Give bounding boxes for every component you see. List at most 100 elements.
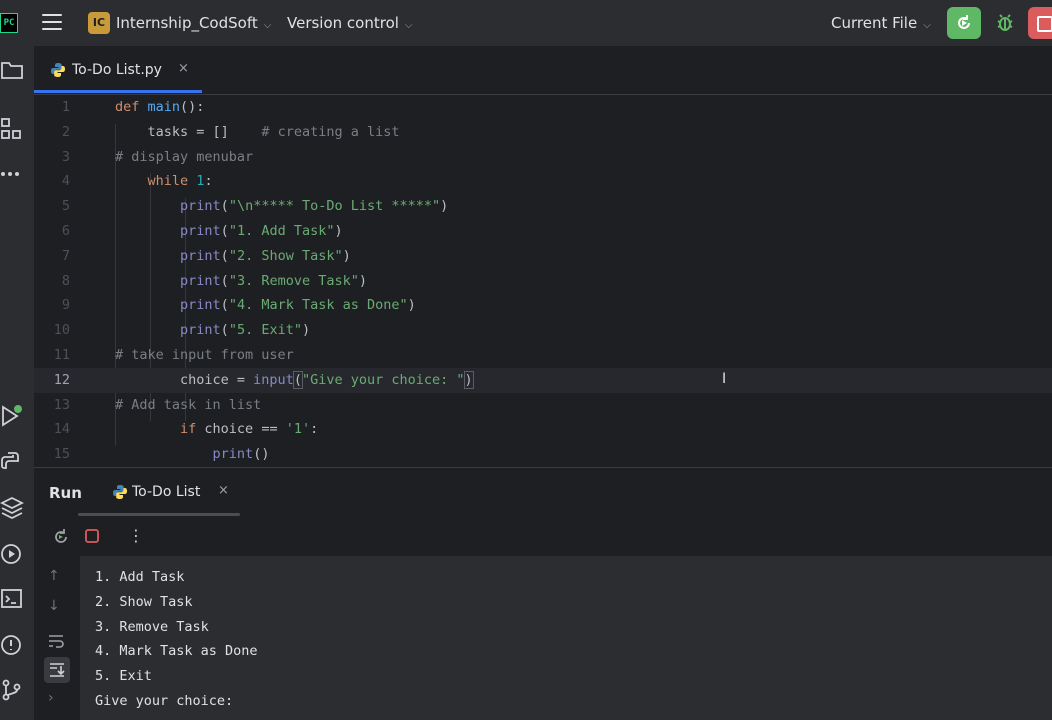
code-token: # display menubar <box>115 148 254 165</box>
code-text: if choice == '1': <box>115 417 318 442</box>
run-tab-indicator <box>78 513 240 516</box>
code-text: print("2. Show Task") <box>115 244 351 269</box>
run-config-selector[interactable]: Current File ⌵ <box>831 14 931 32</box>
project-name: Internship_CodSoft <box>116 14 258 32</box>
services-icon[interactable] <box>0 542 24 566</box>
code-token: # take input from user <box>115 347 294 363</box>
code-line[interactable]: 7 print("2. Show Task") <box>34 244 1052 269</box>
rerun-button[interactable] <box>947 7 981 39</box>
chevron-down-icon: ⌵ <box>404 20 413 31</box>
code-token: print <box>180 223 221 239</box>
project-badge[interactable]: IC <box>88 12 110 34</box>
chevron-right-icon[interactable]: › <box>48 690 54 706</box>
code-line[interactable]: 10 print("5. Exit") <box>34 318 1052 343</box>
console-toolbar: ⋮ <box>34 520 1052 556</box>
main-menu-hamburger-icon[interactable] <box>42 14 62 30</box>
code-line[interactable]: 9 print("4. Mark Task as Done") <box>34 293 1052 318</box>
folder-icon[interactable] <box>0 58 24 82</box>
code-editor[interactable]: 1 def main(): 2 tasks = [] # creating a li… <box>34 95 1052 467</box>
stop-button[interactable] <box>1028 7 1052 39</box>
debug-button[interactable] <box>994 12 1016 38</box>
code-text: # display menubar <box>115 145 253 170</box>
code-text: choice = input("Give your choice: ") <box>115 368 474 393</box>
line-number: 5 <box>61 198 70 215</box>
code-line[interactable]: 5 print("\n***** To-Do List *****") <box>34 194 1052 219</box>
more-tools-icon[interactable] <box>0 162 24 186</box>
scroll-to-end-button[interactable] <box>44 657 70 683</box>
code-token: ) <box>463 370 474 389</box>
code-token: ) <box>358 272 367 289</box>
soft-wrap-icon[interactable] <box>47 632 65 650</box>
code-token: () <box>253 446 270 463</box>
code-token: "2. Show Task" <box>228 247 343 264</box>
code-token: choice = <box>115 371 254 388</box>
console-line: 2. Show Task <box>95 593 193 610</box>
code-line[interactable]: 13 # Add task in list <box>34 393 1052 418</box>
structure-icon[interactable] <box>0 117 24 141</box>
console-line: 5. Exit <box>95 668 152 685</box>
code-line[interactable]: 2 tasks = [] # creating a list <box>34 120 1052 145</box>
arrow-up-icon[interactable]: ↑ <box>48 568 60 584</box>
problems-icon[interactable] <box>0 633 24 657</box>
line-number: 11 <box>53 347 70 363</box>
code-token: print <box>180 198 221 215</box>
chevron-down-icon: ⌵ <box>263 20 272 31</box>
line-number: 15 <box>53 446 70 463</box>
terminal-icon[interactable] <box>0 587 24 611</box>
code-token: ( <box>220 297 229 314</box>
close-run-tab-icon[interactable]: × <box>218 483 229 498</box>
code-line[interactable]: 6 print("1. Add Task") <box>34 219 1052 244</box>
code-token: while <box>147 173 197 190</box>
close-tab-icon[interactable]: × <box>178 61 189 76</box>
code-line[interactable]: 11 # take input from user <box>34 343 1052 368</box>
line-number: 10 <box>53 322 70 339</box>
code-line[interactable]: 14 if choice == '1': <box>34 417 1052 442</box>
left-tool-strip <box>0 46 34 720</box>
code-line[interactable]: 15 print() <box>34 442 1052 467</box>
code-token: "Give your choice: " <box>301 371 465 388</box>
code-token: "1. Add Task" <box>228 223 335 239</box>
code-token: ( <box>220 272 229 289</box>
code-text: print("\n***** To-Do List *****") <box>115 194 448 219</box>
git-icon[interactable] <box>0 678 24 702</box>
project-selector[interactable]: Internship_CodSoft ⌵ <box>116 14 271 32</box>
code-token: ( <box>220 247 229 264</box>
stop-icon[interactable] <box>84 528 100 544</box>
code-line[interactable]: 1 def main(): <box>34 95 1052 120</box>
code-token: : <box>204 173 213 190</box>
code-token: ) <box>407 297 416 314</box>
title-bar: PC IC Internship_CodSoft ⌵ Version contro… <box>0 0 1052 46</box>
code-token: "4. Mark Task as Done" <box>228 297 408 314</box>
code-text: print("5. Exit") <box>115 318 310 343</box>
code-token: ) <box>301 322 311 339</box>
more-options-icon[interactable]: ⋮ <box>128 526 144 545</box>
line-number: 9 <box>61 297 70 314</box>
code-token: main <box>147 99 181 115</box>
code-line[interactable]: 8 print("3. Remove Task") <box>34 269 1052 294</box>
vcs-label: Version control <box>287 14 399 32</box>
console-output[interactable]: ***** To-Do List ***** 1. Add Task 2. Show… <box>80 556 1052 720</box>
rerun-icon <box>958 15 970 29</box>
run-tool-icon[interactable] <box>0 404 24 428</box>
code-line[interactable]: 3 # display menubar <box>34 145 1052 170</box>
line-number: 12 <box>53 371 70 388</box>
code-line[interactable]: 4 while 1: <box>34 169 1052 194</box>
code-text: while 1: <box>115 169 213 194</box>
arrow-down-icon[interactable]: ↓ <box>48 598 60 614</box>
code-line[interactable]: 12 choice = input("Give your choice: ") <box>34 367 1052 393</box>
pycharm-logo-icon: PC <box>0 13 18 33</box>
line-number: 6 <box>61 223 70 239</box>
python-console-icon[interactable] <box>0 450 24 474</box>
console-line: 1. Add Task <box>95 569 185 585</box>
run-config-label: Current File <box>831 14 918 32</box>
bug-icon <box>997 14 1013 31</box>
vcs-menu[interactable]: Version control ⌵ <box>287 14 413 32</box>
rerun-icon[interactable] <box>52 528 70 546</box>
layers-icon[interactable] <box>0 496 24 520</box>
code-text: # take input from user <box>115 343 294 368</box>
